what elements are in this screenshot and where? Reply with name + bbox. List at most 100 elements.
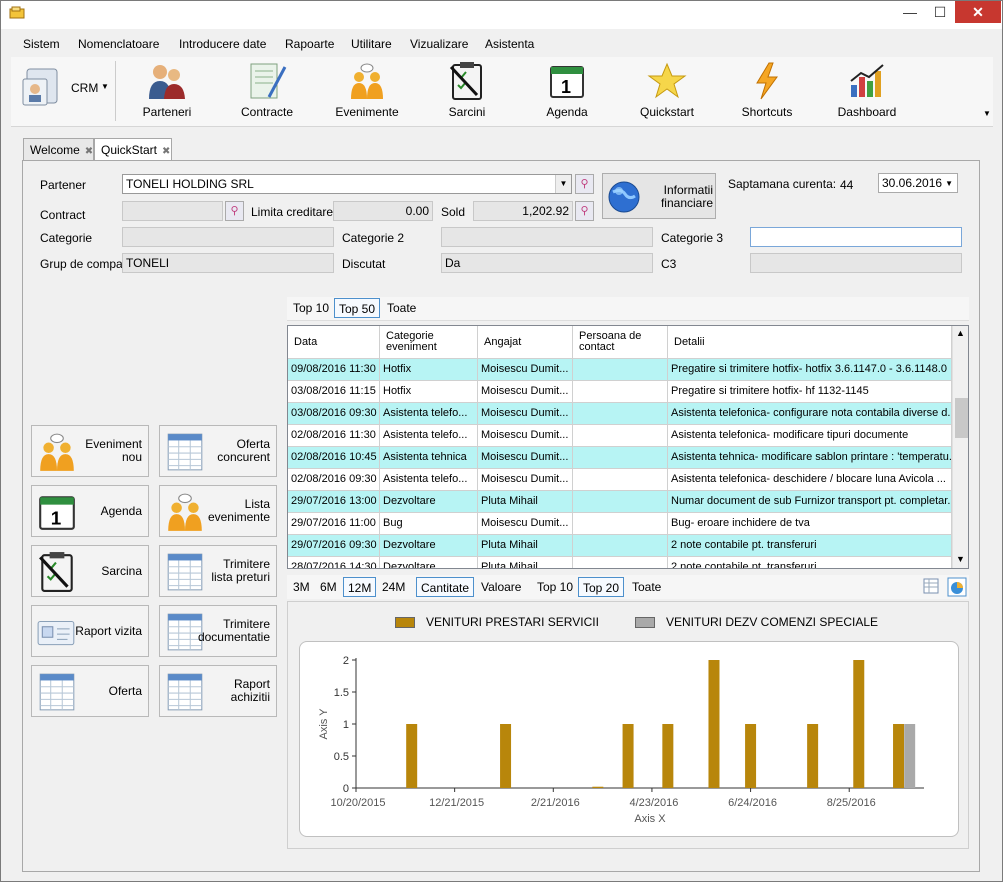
oferta-concurent-button[interactable]: Oferta concurent [159,425,277,477]
raport-achizitii-label: Raport achizitii [230,677,270,704]
categorie3-field[interactable] [750,227,962,247]
tab-welcome[interactable]: Welcome ✖ [23,138,94,162]
trimitere-documentatie-button[interactable]: Trimitere documentatie [159,605,277,657]
sarcina-button[interactable]: Sarcina [31,545,149,597]
raport-vizita-button[interactable]: Raport vizita [31,605,149,657]
period-24m[interactable]: 24M [378,577,409,597]
close-tab-icon[interactable]: ✖ [85,146,93,157]
partener-combobox[interactable]: TONELI HOLDING SRL [122,174,572,194]
maximize-button[interactable]: ☐ [926,1,954,23]
table-cell: 03/08/2016 09:30 [288,403,380,425]
toolbar-contracte-label: Contracte [240,105,294,119]
chart-top20[interactable]: Top 20 [578,577,625,597]
menu-rapoarte[interactable]: Rapoarte [285,37,334,51]
menu-asistenta[interactable]: Asistenta [485,37,534,51]
chart-toate[interactable]: Toate [628,577,665,597]
scroll-thumb[interactable] [955,398,968,438]
grup-companii-field[interactable]: TONELI [122,253,334,273]
chart-top10[interactable]: Top 10 [533,577,577,597]
table-row[interactable]: 29/07/2016 11:00 Bug Moisescu Dumit... Bug-… [288,513,952,535]
col-header-angajat[interactable]: Angajat [478,326,573,359]
scroll-down-icon[interactable]: ▼ [956,554,965,564]
table-cell [573,491,668,513]
measure-valoare[interactable]: Valoare [477,577,525,597]
toolbar-evenimente-button[interactable]: Evenimente [327,59,407,125]
table-row[interactable]: 03/08/2016 09:30 Asistenta telefo... Moise… [288,403,952,425]
chevron-down-icon[interactable]: ▼ [555,175,571,193]
crm-dropdown-button[interactable]: CRM ▼ [19,65,111,115]
toolbar-overflow-icon[interactable]: ▼ [983,109,991,118]
table-row[interactable]: 02/08/2016 09:30 Asistenta telefo... Moise… [288,469,952,491]
menu-vizualizare[interactable]: Vizualizare [410,37,468,51]
period-3m[interactable]: 3M [289,577,314,597]
table-row[interactable]: 02/08/2016 11:30 Asistenta telefo... Moise… [288,425,952,447]
limita-creditare-value: 0.00 [405,204,429,218]
categorie-field[interactable] [122,227,334,247]
menu-introducere-date[interactable]: Introducere date [179,37,266,51]
discutat-field[interactable]: Da [441,253,653,273]
contract-field[interactable] [122,201,223,221]
menu-nomenclatoare[interactable]: Nomenclatoare [78,37,159,51]
toolbar-quickstart-button[interactable]: Quickstart [627,59,707,125]
partener-search-icon[interactable]: ⚲ [575,174,594,194]
trimitere-lista-preturi-button[interactable]: Trimitere lista preturi [159,545,277,597]
col-header-detalii[interactable]: Detalii [668,326,952,359]
menu-sistem[interactable]: Sistem [23,37,60,51]
date-picker[interactable]: 30.06.2016 ▼ [878,173,958,193]
toolbar-parteneri-button[interactable]: Parteneri [127,59,207,125]
period-6m[interactable]: 6M [316,577,341,597]
bar-1-6 [745,724,757,788]
table-row[interactable]: 29/07/2016 09:30 Dezvoltare Pluta Mihail 2 … [288,535,952,557]
toolbar-shortcuts-button[interactable]: Shortcuts [727,59,807,125]
filter-toate[interactable]: Toate [383,298,420,318]
table-cell: Moisescu Dumit... [478,425,573,447]
menu-bar: Sistem Nomenclatoare Introducere date Ra… [11,35,993,55]
filter-top50[interactable]: Top 50 [334,298,381,318]
measure-cantitate[interactable]: Cantitate [416,577,475,597]
col-header-data[interactable]: Data [288,326,380,359]
minimize-button[interactable]: — [896,1,924,23]
tab-quickstart[interactable]: QuickStart ✖ [94,138,172,162]
toolbar-dashboard-button[interactable]: Dashboard [827,59,907,125]
sarcina-label: Sarcina [101,563,142,578]
c3-label: C3 [661,257,677,271]
table-cell: Bug- eroare inchidere de tva [668,513,952,535]
filter-top10[interactable]: Top 10 [289,298,333,318]
c3-field[interactable] [750,253,962,273]
informatii-financiare-button[interactable]: Informatii financiare [602,173,716,219]
table-row[interactable]: 09/08/2016 11:30 Hotfix Moisescu Dumit... P… [288,359,952,381]
toolbar-agenda-button[interactable]: 1 Agenda [527,59,607,125]
raport-achizitii-button[interactable]: Raport achizitii [159,665,277,717]
table-view-icon[interactable] [923,578,939,594]
scroll-up-icon[interactable]: ▲ [956,328,965,338]
col-header-categorie[interactable]: Categorie eveniment [380,326,478,359]
col-header-persoana[interactable]: Persoana de contact [573,326,668,359]
contract-search-icon[interactable]: ⚲ [225,201,244,221]
table-row[interactable]: 03/08/2016 11:15 Hotfix Moisescu Dumit... P… [288,381,952,403]
close-window-button[interactable]: ✕ [955,1,1001,23]
events-icon [351,63,383,99]
toolbar-contracte-button[interactable]: Contracte [227,59,307,125]
toolbar-sarcini-button[interactable]: Sarcini [427,59,507,125]
events-grid: Data Categorie eveniment Angajat Persoan… [287,325,969,569]
agenda-button[interactable]: 1 Agenda [31,485,149,537]
table-cell [573,557,668,568]
eveniment-nou-button[interactable]: Eveniment nou [31,425,149,477]
table-cell: 2 note contabile pt. transferuri [668,535,952,557]
lista-evenimente-button[interactable]: Lista evenimente [159,485,277,537]
oferta-button[interactable]: Oferta [31,665,149,717]
table-row[interactable]: 29/07/2016 13:00 Dezvoltare Pluta Mihail Nu… [288,491,952,513]
sold-search-icon[interactable]: ⚲ [575,201,594,221]
chart-view-icon[interactable] [947,577,967,597]
categorie2-field[interactable] [441,227,653,247]
grid-scrollbar[interactable]: ▲ ▼ [952,326,968,568]
chevron-down-icon[interactable]: ▼ [945,177,953,191]
menu-utilitare[interactable]: Utilitare [351,37,392,51]
tab-quickstart-label: QuickStart [101,143,158,157]
table-cell: 02/08/2016 10:45 [288,447,380,469]
table-cell: Asistenta telefonica- configurare nota c… [668,403,952,425]
period-12m[interactable]: 12M [343,577,377,597]
close-tab-icon[interactable]: ✖ [162,146,170,157]
table-row[interactable]: 02/08/2016 10:45 Asistenta tehnica Moisesc… [288,447,952,469]
table-row[interactable]: 28/07/2016 14:30 Dezvoltare Pluta Mihail 2 … [288,557,952,568]
